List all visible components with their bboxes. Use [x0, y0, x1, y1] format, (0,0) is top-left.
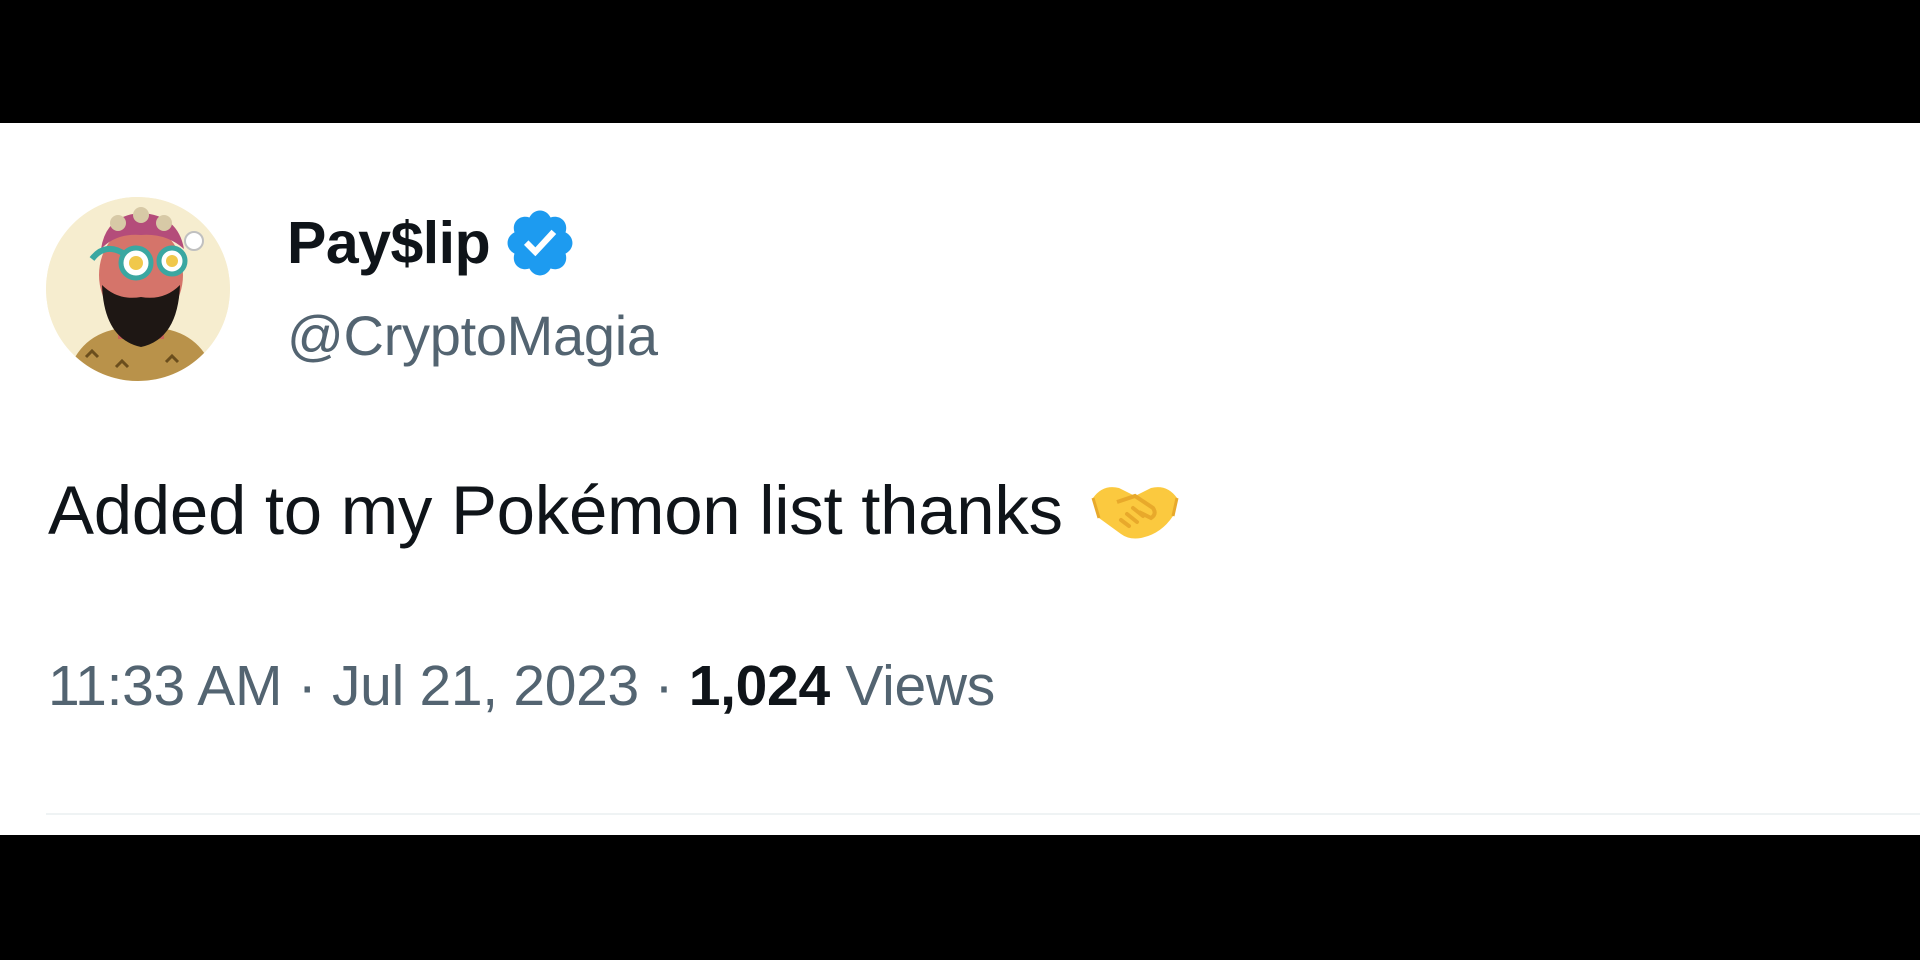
tweet-meta: 11:33 AM · Jul 21, 2023 · 1,024 Views — [48, 653, 995, 719]
letterbox-top — [0, 0, 1920, 123]
meta-separator: · — [282, 654, 332, 718]
tweet-text: Added to my Pokémon list thanks — [48, 472, 1063, 549]
views-label[interactable]: Views — [830, 653, 995, 719]
author-name-row[interactable]: Pay$lip — [287, 207, 578, 279]
tweet-date[interactable]: Jul 21, 2023 — [332, 653, 639, 719]
tweet-body: Added to my Pokémon list thanks — [48, 471, 1181, 550]
handshake-emoji-icon — [1089, 478, 1181, 544]
avatar[interactable] — [46, 197, 230, 381]
views-count[interactable]: 1,024 — [689, 653, 830, 719]
letterbox-bottom — [0, 835, 1920, 960]
tweet-time[interactable]: 11:33 AM — [48, 653, 283, 719]
display-name[interactable]: Pay$lip — [287, 209, 491, 277]
meta-separator: · — [638, 654, 689, 718]
tweet-card: Pay$lip @CryptoMagia Added to my Pokémon… — [0, 123, 1920, 835]
verified-badge-icon — [502, 205, 578, 281]
divider — [46, 813, 1920, 815]
avatar-icon — [46, 197, 230, 381]
author-handle[interactable]: @CryptoMagia — [287, 303, 658, 368]
